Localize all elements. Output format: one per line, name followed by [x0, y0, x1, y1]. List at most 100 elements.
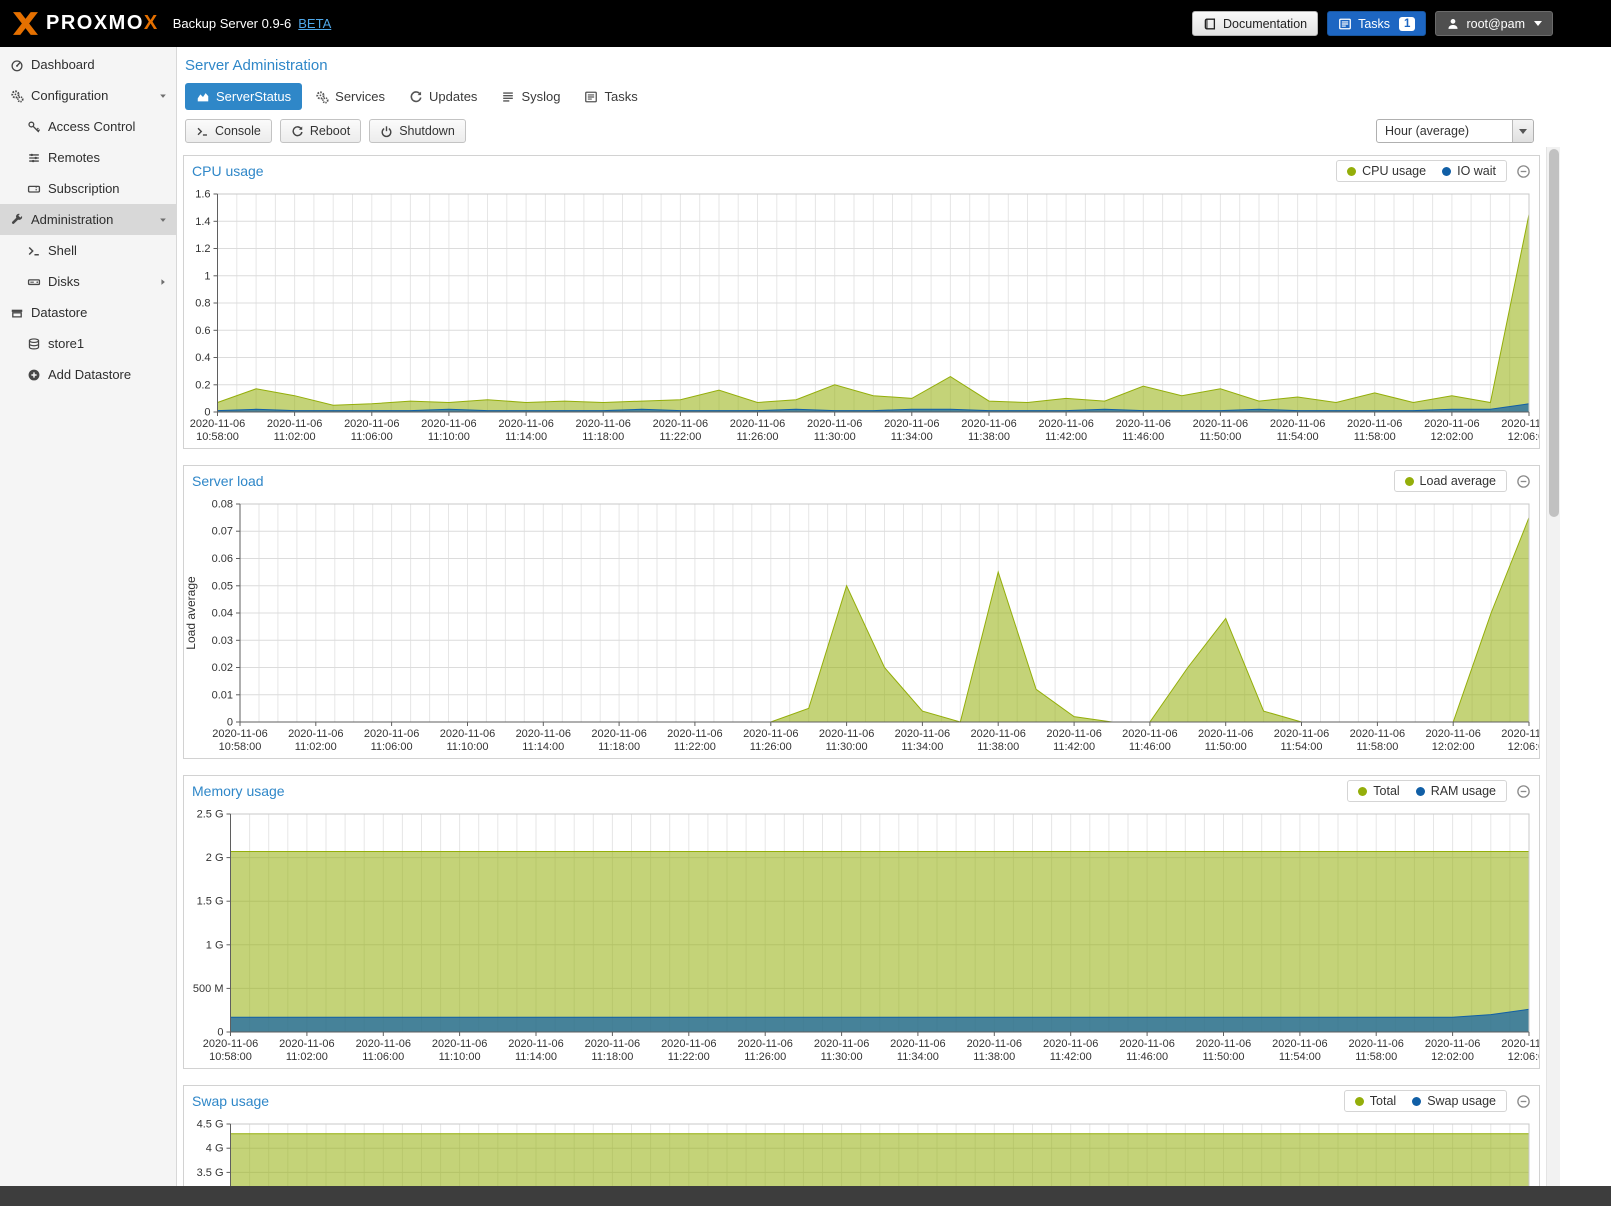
gears-icon: [10, 89, 24, 103]
sidebar-item-label: Dashboard: [31, 57, 95, 72]
legend-item[interactable]: Load average: [1405, 474, 1496, 488]
tab-bar: ServerStatus Services Updates SyslogTasks: [185, 83, 1611, 110]
svg-text:11:58:00: 11:58:00: [1356, 741, 1398, 753]
tasks-icon: [1338, 17, 1352, 31]
legend-item[interactable]: IO wait: [1442, 164, 1496, 178]
svg-text:1.2: 1.2: [195, 243, 210, 255]
svg-text:2020-11-06: 2020-11-06: [516, 728, 571, 740]
chart-legend: Total RAM usage: [1347, 780, 1507, 802]
svg-text:11:38:00: 11:38:00: [977, 741, 1019, 753]
chart-title: Memory usage: [192, 783, 285, 799]
svg-text:2020-11-06: 2020-11-06: [890, 1038, 945, 1050]
reboot-button[interactable]: Reboot: [280, 119, 361, 143]
sidebar-item-store1[interactable]: store1: [0, 328, 176, 359]
scrollbar-thumb[interactable]: [1549, 149, 1559, 517]
proxmox-x-icon: [12, 12, 39, 35]
svg-text:0.8: 0.8: [195, 298, 210, 310]
svg-text:2020-11-06: 2020-11-06: [1501, 418, 1539, 430]
server-load-panel: Server loadLoad average00.010.020.030.04…: [183, 465, 1540, 759]
svg-text:12:02:00: 12:02:00: [1432, 741, 1475, 753]
product-version: Backup Server 0.9-6: [173, 16, 292, 31]
refresh-icon: [291, 125, 304, 138]
tab-tasks[interactable]: Tasks: [573, 83, 648, 110]
key-icon: [27, 120, 41, 134]
svg-text:2.5 G: 2.5 G: [197, 809, 224, 821]
svg-text:11:02:00: 11:02:00: [286, 1051, 328, 1063]
sidebar-item-administration[interactable]: Administration: [0, 204, 176, 235]
svg-text:11:58:00: 11:58:00: [1354, 431, 1396, 443]
svg-text:0.6: 0.6: [195, 325, 210, 337]
svg-text:2020-11-06: 2020-11-06: [356, 1038, 411, 1050]
sidebar-item-disks[interactable]: Disks: [0, 266, 176, 297]
sidebar-item-add-datastore[interactable]: Add Datastore: [0, 359, 176, 390]
legend-item[interactable]: Total: [1355, 1094, 1396, 1108]
sidebar-item-remotes[interactable]: Remotes: [0, 142, 176, 173]
svg-text:2020-11-06: 2020-11-06: [344, 418, 399, 430]
svg-text:0.03: 0.03: [212, 635, 233, 647]
tab-label: Updates: [429, 89, 477, 104]
legend-label: Load average: [1420, 474, 1496, 488]
sidebar-item-datastore[interactable]: Datastore: [0, 297, 176, 328]
main-content: Server Administration ServerStatusServic…: [177, 47, 1611, 1186]
svg-text:11:06:00: 11:06:00: [362, 1051, 404, 1063]
sidebar-item-dashboard[interactable]: Dashboard: [0, 49, 176, 80]
collapse-panel-button[interactable]: [1516, 784, 1531, 799]
svg-text:11:54:00: 11:54:00: [1279, 1051, 1321, 1063]
legend-label: Swap usage: [1427, 1094, 1496, 1108]
header-actions: Documentation Tasks 1 root@pam: [1192, 11, 1553, 36]
swap-usage-panel: Swap usageTotalSwap usage0500 M1 G1.5 G2…: [183, 1085, 1540, 1186]
database-icon: [27, 337, 41, 351]
svg-text:4 G: 4 G: [206, 1143, 224, 1155]
sidebar-item-shell[interactable]: Shell: [0, 235, 176, 266]
legend-label: CPU usage: [1362, 164, 1426, 178]
svg-text:11:22:00: 11:22:00: [668, 1051, 710, 1063]
legend-item[interactable]: Swap usage: [1412, 1094, 1496, 1108]
legend-item[interactable]: RAM usage: [1416, 784, 1496, 798]
console-button[interactable]: Console: [185, 119, 272, 143]
collapse-panel-button[interactable]: [1516, 164, 1531, 179]
legend-label: IO wait: [1457, 164, 1496, 178]
wrench-icon: [10, 213, 24, 227]
chart-legend: CPU usage IO wait: [1336, 160, 1507, 182]
svg-text:2020-11-06: 2020-11-06: [1272, 1038, 1327, 1050]
shutdown-button[interactable]: Shutdown: [369, 119, 466, 143]
beta-link[interactable]: BETA: [298, 16, 331, 31]
legend-dot: [1347, 167, 1356, 176]
tab-services[interactable]: Services: [304, 83, 396, 110]
collapse-panel-button[interactable]: [1516, 474, 1531, 489]
svg-text:0: 0: [217, 1027, 223, 1039]
tasks-button[interactable]: Tasks 1: [1327, 11, 1426, 36]
vertical-scrollbar[interactable]: [1546, 147, 1560, 1186]
tasks-label: Tasks: [1358, 17, 1390, 31]
tab-updates[interactable]: Updates: [398, 83, 488, 110]
sidebar-item-access-control[interactable]: Access Control: [0, 111, 176, 142]
svg-text:11:22:00: 11:22:00: [674, 741, 716, 753]
chart-legend: Load average: [1394, 470, 1507, 492]
legend-label: Total: [1370, 1094, 1396, 1108]
documentation-button[interactable]: Documentation: [1192, 11, 1318, 36]
svg-text:1: 1: [204, 270, 210, 282]
svg-text:11:34:00: 11:34:00: [901, 741, 943, 753]
svg-text:2020-11-06: 2020-11-06: [1038, 418, 1093, 430]
user-menu-button[interactable]: root@pam: [1435, 11, 1553, 36]
panel-header: Swap usageTotalSwap usage: [184, 1086, 1539, 1116]
timeframe-select[interactable]: Hour (average): [1376, 119, 1534, 143]
svg-text:12:06:00: 12:06:00: [1508, 431, 1539, 443]
tab-serverstatus[interactable]: ServerStatus: [185, 83, 302, 110]
tab-syslog[interactable]: Syslog: [490, 83, 571, 110]
sidebar-item-label: store1: [48, 336, 84, 351]
legend-item[interactable]: CPU usage: [1347, 164, 1426, 178]
svg-text:2020-11-06: 2020-11-06: [508, 1038, 563, 1050]
combo-trigger[interactable]: [1512, 120, 1533, 142]
collapse-panel-button[interactable]: [1516, 1094, 1531, 1109]
sidebar-item-subscription[interactable]: Subscription: [0, 173, 176, 204]
svg-text:2020-11-06: 2020-11-06: [212, 728, 267, 740]
svg-text:11:50:00: 11:50:00: [1199, 431, 1241, 443]
legend-item[interactable]: Total: [1358, 784, 1399, 798]
tab-label: Services: [335, 89, 385, 104]
svg-text:2 G: 2 G: [206, 852, 224, 864]
sidebar-item-configuration[interactable]: Configuration: [0, 80, 176, 111]
svg-text:11:02:00: 11:02:00: [295, 741, 337, 753]
gauge-icon: [10, 58, 24, 72]
svg-text:0.02: 0.02: [212, 662, 233, 674]
